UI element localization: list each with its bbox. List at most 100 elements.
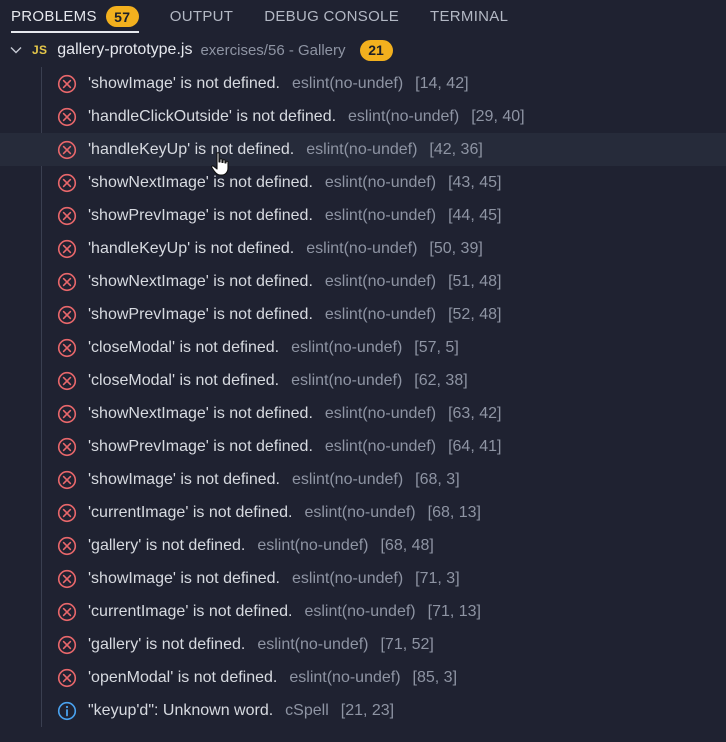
tab-problems[interactable]: PROBLEMS 57	[11, 0, 139, 33]
error-icon	[56, 568, 78, 590]
problem-message: 'showImage' is not defined.	[88, 470, 280, 488]
problem-row[interactable]: 'handleKeyUp' is not defined. eslint(no-u…	[56, 232, 726, 265]
problem-row[interactable]: 'handleKeyUp' is not defined. eslint(no-u…	[0, 133, 726, 166]
error-icon	[56, 601, 78, 623]
problem-position: [29, 40]	[471, 107, 525, 125]
problem-source: eslint(no-undef)	[257, 536, 369, 554]
error-icon	[56, 304, 78, 326]
problem-source: eslint(no-undef)	[291, 338, 403, 356]
problem-row[interactable]: 'showImage' is not defined. eslint(no-und…	[56, 67, 726, 100]
problem-position: [14, 42]	[415, 74, 469, 92]
error-icon	[56, 238, 78, 260]
problem-message: 'gallery' is not defined.	[88, 536, 246, 554]
problem-position: [68, 3]	[415, 470, 460, 488]
problem-position: [50, 39]	[429, 239, 483, 257]
error-icon	[56, 370, 78, 392]
problem-row[interactable]: 'showImage' is not defined. eslint(no-und…	[56, 562, 726, 595]
error-icon	[56, 139, 78, 161]
problem-row[interactable]: 'showNextImage' is not defined. eslint(no…	[56, 397, 726, 430]
problem-position: [51, 48]	[448, 272, 502, 290]
problem-row[interactable]: 'closeModal' is not defined. eslint(no-un…	[56, 364, 726, 397]
problem-message: 'showPrevImage' is not defined.	[88, 206, 313, 224]
problem-position: [68, 48]	[380, 536, 434, 554]
problem-source: eslint(no-undef)	[292, 569, 404, 587]
error-icon	[56, 634, 78, 656]
problem-message: 'showPrevImage' is not defined.	[88, 437, 313, 455]
problem-position: [64, 41]	[448, 437, 502, 455]
problem-source: eslint(no-undef)	[291, 371, 403, 389]
problem-position: [43, 45]	[448, 173, 502, 191]
file-group-header[interactable]: JS gallery-prototype.js exercises/56 - G…	[0, 33, 726, 67]
javascript-file-icon: JS	[32, 43, 48, 57]
problems-count-badge: 57	[105, 6, 139, 27]
tab-output[interactable]: OUTPUT	[170, 0, 233, 33]
problem-row[interactable]: "keyup'd": Unknown word. cSpell [21, 23]	[56, 694, 726, 727]
problem-source: eslint(no-undef)	[348, 107, 460, 125]
problem-message: 'openModal' is not defined.	[88, 668, 278, 686]
problem-message: "keyup'd": Unknown word.	[88, 701, 274, 719]
problem-message: 'currentImage' is not defined.	[88, 503, 293, 521]
problem-row[interactable]: 'currentImage' is not defined. eslint(no-…	[56, 496, 726, 529]
problem-source: eslint(no-undef)	[324, 272, 437, 290]
problem-source: eslint(no-undef)	[324, 404, 437, 422]
problem-source: cSpell	[285, 701, 329, 719]
problems-panel: PROBLEMS 57 OUTPUT DEBUG CONSOLE TERMINA…	[0, 0, 726, 742]
problem-row[interactable]: 'showNextImage' is not defined. eslint(no…	[56, 166, 726, 199]
problem-row[interactable]: 'openModal' is not defined. eslint(no-und…	[56, 661, 726, 694]
problem-row[interactable]: 'showPrevImage' is not defined. eslint(no…	[56, 430, 726, 463]
problem-row[interactable]: 'handleClickOutside' is not defined. esli…	[56, 100, 726, 133]
problem-row[interactable]: 'currentImage' is not defined. eslint(no-…	[56, 595, 726, 628]
problem-position: [71, 52]	[380, 635, 434, 653]
problem-message: 'currentImage' is not defined.	[88, 602, 293, 620]
problem-position: [68, 13]	[427, 503, 481, 521]
tab-label: TERMINAL	[430, 8, 509, 25]
problem-source: eslint(no-undef)	[324, 206, 437, 224]
problem-position: [42, 36]	[429, 140, 483, 158]
tab-terminal[interactable]: TERMINAL	[430, 0, 508, 33]
problem-message: 'showImage' is not defined.	[88, 74, 280, 92]
problem-row[interactable]: 'showPrevImage' is not defined. eslint(no…	[56, 199, 726, 232]
problem-message: 'gallery' is not defined.	[88, 635, 246, 653]
problem-position: [71, 13]	[427, 602, 481, 620]
error-icon	[56, 535, 78, 557]
problem-source: eslint(no-undef)	[292, 470, 404, 488]
problem-source: eslint(no-undef)	[304, 602, 416, 620]
file-path: exercises/56 - Gallery	[200, 41, 346, 59]
problem-list: 'showImage' is not defined. eslint(no-und…	[0, 67, 726, 727]
chevron-down-icon[interactable]	[8, 42, 24, 58]
tab-label: OUTPUT	[169, 8, 234, 25]
tab-debug-console[interactable]: DEBUG CONSOLE	[264, 0, 399, 33]
problem-row[interactable]: 'showImage' is not defined. eslint(no-und…	[56, 463, 726, 496]
problem-source: eslint(no-undef)	[324, 173, 437, 191]
error-icon	[56, 172, 78, 194]
problem-position: [52, 48]	[448, 305, 502, 323]
file-name: gallery-prototype.js	[57, 41, 193, 58]
problem-message: 'showPrevImage' is not defined.	[88, 305, 313, 323]
tab-label: PROBLEMS	[11, 8, 97, 25]
problem-row[interactable]: 'gallery' is not defined. eslint(no-undef…	[56, 628, 726, 661]
problem-message: 'showImage' is not defined.	[88, 569, 280, 587]
tab-label: DEBUG CONSOLE	[264, 8, 399, 25]
problem-source: eslint(no-undef)	[306, 140, 418, 158]
problem-position: [62, 38]	[414, 371, 468, 389]
error-icon	[56, 106, 78, 128]
error-icon	[56, 502, 78, 524]
error-icon	[56, 205, 78, 227]
problem-message: 'handleClickOutside' is not defined.	[88, 107, 337, 125]
problem-message: 'handleKeyUp' is not defined.	[88, 239, 295, 257]
problem-row[interactable]: 'showPrevImage' is not defined. eslint(no…	[56, 298, 726, 331]
problem-position: [85, 3]	[412, 668, 458, 686]
panel-tabs: PROBLEMS 57 OUTPUT DEBUG CONSOLE TERMINA…	[0, 0, 726, 33]
problem-source: eslint(no-undef)	[324, 305, 437, 323]
problem-message: 'showNextImage' is not defined.	[88, 173, 313, 191]
problem-row[interactable]: 'showNextImage' is not defined. eslint(no…	[56, 265, 726, 298]
problem-position: [21, 23]	[340, 701, 395, 719]
problem-position: [71, 3]	[415, 569, 460, 587]
error-icon	[56, 337, 78, 359]
problem-row[interactable]: 'gallery' is not defined. eslint(no-undef…	[56, 529, 726, 562]
error-icon	[56, 73, 78, 95]
problem-message: 'closeModal' is not defined.	[88, 371, 280, 389]
problem-source: eslint(no-undef)	[289, 668, 401, 686]
problem-source: eslint(no-undef)	[257, 635, 369, 653]
problem-row[interactable]: 'closeModal' is not defined. eslint(no-un…	[56, 331, 726, 364]
